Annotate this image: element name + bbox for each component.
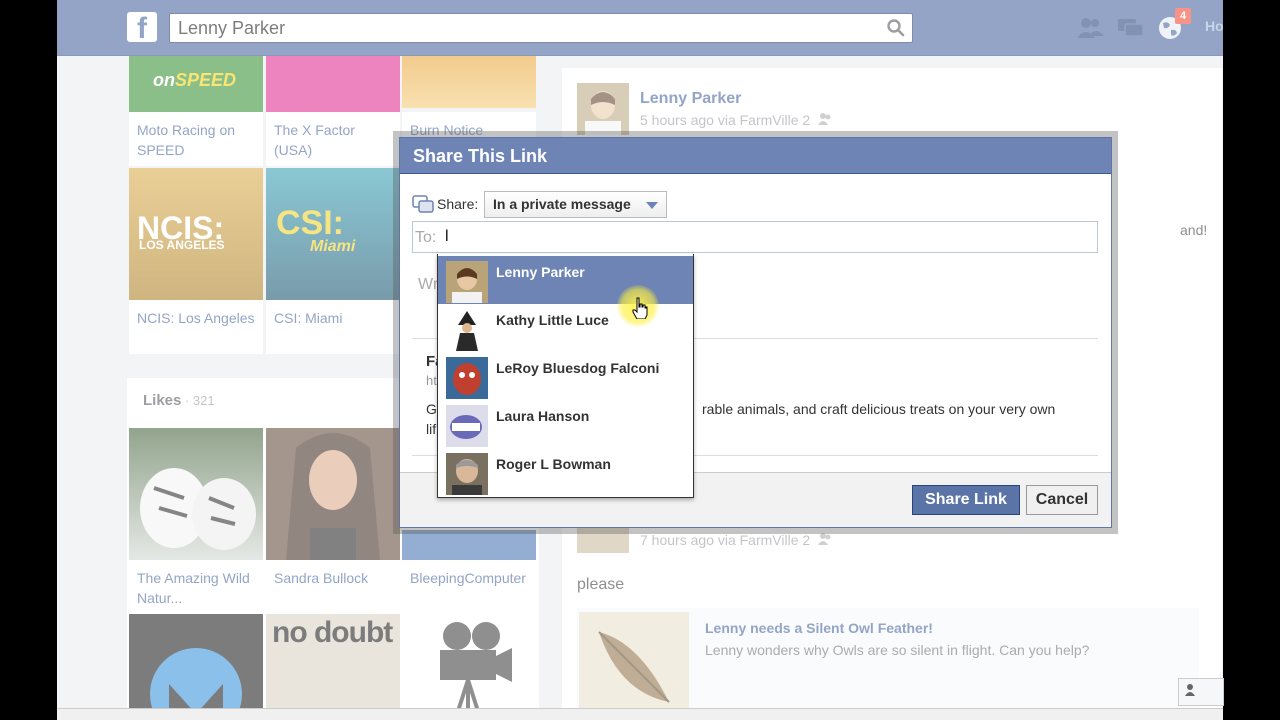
suggestion-name: Laura Hanson: [496, 408, 590, 424]
suggestion-item[interactable]: LeRoy Bluesdog Falconi: [438, 352, 693, 400]
laura-hanson-avatar-image: [446, 405, 488, 447]
lenny-parker-photo: [446, 261, 488, 303]
share-option-label: In a private message: [493, 196, 631, 212]
roger-bowman-photo: [446, 453, 488, 495]
share-icon: [412, 195, 434, 213]
recipient-input[interactable]: [443, 224, 1083, 250]
leroy-avatar-image: [446, 357, 488, 399]
suggestion-name: Kathy Little Luce: [496, 312, 609, 328]
suggestion-name: LeRoy Bluesdog Falconi: [496, 360, 660, 376]
to-field[interactable]: To:: [412, 221, 1098, 253]
chat-people-icon: [1185, 684, 1195, 696]
avatar: [446, 405, 488, 447]
chat-tab[interactable]: [1178, 678, 1224, 706]
message-placeholder: Wr: [418, 276, 439, 293]
share-link-button[interactable]: Share Link: [912, 485, 1020, 515]
avatar: [446, 357, 488, 399]
avatar: [446, 261, 488, 303]
suggestion-name: Lenny Parker: [496, 264, 585, 280]
witch-avatar-image: [446, 309, 488, 351]
share-destination-select[interactable]: In a private message: [484, 191, 667, 218]
cancel-button[interactable]: Cancel: [1026, 485, 1098, 515]
preview-desc-right: rable animals, and craft delicious treat…: [702, 401, 1056, 417]
suggestion-item[interactable]: Roger L Bowman: [438, 448, 693, 496]
to-label: To:: [415, 229, 437, 246]
caret-down-icon: [646, 202, 658, 209]
suggestion-name: Roger L Bowman: [496, 456, 611, 472]
horizontal-scrollbar[interactable]: [57, 708, 1223, 720]
preview-desc-line2: lif: [426, 421, 437, 437]
dialog-title: Share This Link: [400, 138, 1111, 174]
hand-cursor-icon: [632, 297, 648, 319]
share-label: Share:: [437, 196, 479, 212]
recipient-suggestions: Lenny Parker Kathy Little Luce LeRoy Blu…: [437, 254, 694, 498]
preview-url: ht: [426, 373, 437, 388]
avatar: [446, 309, 488, 351]
avatar: [446, 453, 488, 495]
suggestion-item[interactable]: Laura Hanson: [438, 400, 693, 448]
